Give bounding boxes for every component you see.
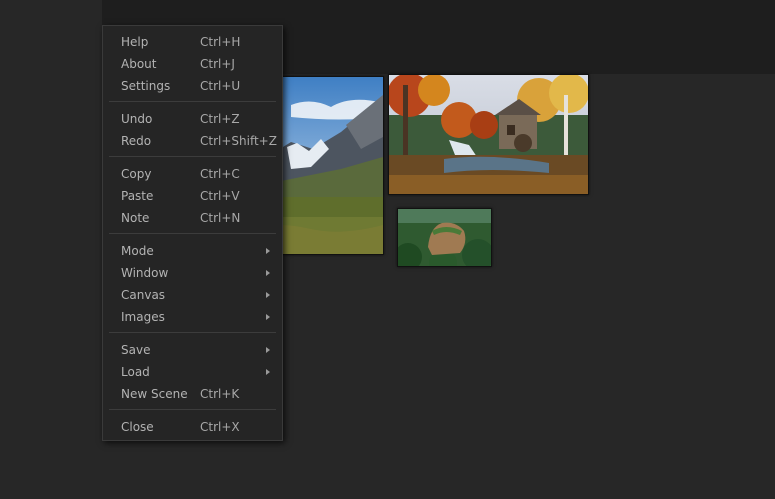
menu-item-copy[interactable]: Copy Ctrl+C [103,163,282,185]
menu-item-save[interactable]: Save [103,339,282,361]
menu-item-undo[interactable]: Undo Ctrl+Z [103,108,282,130]
submenu-arrow-icon [266,248,270,254]
menu-item-shortcut: Ctrl+K [200,387,240,401]
menu-item-label: Undo [121,112,153,126]
submenu-arrow-icon [266,314,270,320]
submenu-arrow-icon [266,292,270,298]
menu-item-shortcut: Ctrl+Z [200,112,240,126]
menu-item-shortcut: Ctrl+J [200,57,235,71]
menu-item-shortcut: Ctrl+N [200,211,241,225]
menu-item-label: About [121,57,157,71]
menu-separator [109,101,276,102]
menu-item-shortcut: Ctrl+H [200,35,241,49]
menu-item-label: Window [121,266,169,280]
menu-item-label: Note [121,211,150,225]
menu-item-shortcut: Ctrl+U [200,79,241,93]
menu-separator [109,233,276,234]
menu-item-label: Canvas [121,288,166,302]
menu-item-label: Save [121,343,151,357]
menu-item-help[interactable]: Help Ctrl+H [103,31,282,53]
left-panel [0,0,102,499]
menu-item-label: Paste [121,189,154,203]
menu-item-label: Settings [121,79,171,93]
menu-item-new-scene[interactable]: New Scene Ctrl+K [103,383,282,405]
menu-item-shortcut: Ctrl+X [200,420,240,434]
menu-item-close[interactable]: Close Ctrl+X [103,416,282,438]
menu-item-about[interactable]: About Ctrl+J [103,53,282,75]
menu-item-label: Mode [121,244,154,258]
menu-item-shortcut: Ctrl+C [200,167,240,181]
menu-item-label: New Scene [121,387,188,401]
app-window: Help Ctrl+H About Ctrl+J Settings Ctrl+U… [0,0,775,499]
menu-separator [109,332,276,333]
menu-item-shortcut: Ctrl+V [200,189,240,203]
rock-fortress-image[interactable] [397,208,492,267]
autumn-mill-image[interactable] [388,74,589,195]
menu-item-note[interactable]: Note Ctrl+N [103,207,282,229]
context-menu: Help Ctrl+H About Ctrl+J Settings Ctrl+U… [102,25,283,441]
menu-item-label: Copy [121,167,152,181]
menu-item-redo[interactable]: Redo Ctrl+Shift+Z [103,130,282,152]
menu-separator [109,409,276,410]
menu-item-label: Close [121,420,154,434]
menu-item-images[interactable]: Images [103,306,282,328]
menu-item-label: Images [121,310,165,324]
menu-item-window[interactable]: Window [103,262,282,284]
menu-item-label: Help [121,35,149,49]
menu-item-canvas[interactable]: Canvas [103,284,282,306]
menu-item-mode[interactable]: Mode [103,240,282,262]
menu-item-shortcut: Ctrl+Shift+Z [200,134,277,148]
menu-item-paste[interactable]: Paste Ctrl+V [103,185,282,207]
submenu-arrow-icon [266,369,270,375]
menu-separator [109,156,276,157]
menu-item-load[interactable]: Load [103,361,282,383]
menu-item-label: Redo [121,134,152,148]
menu-item-label: Load [121,365,150,379]
submenu-arrow-icon [266,270,270,276]
submenu-arrow-icon [266,347,270,353]
menu-item-settings[interactable]: Settings Ctrl+U [103,75,282,97]
